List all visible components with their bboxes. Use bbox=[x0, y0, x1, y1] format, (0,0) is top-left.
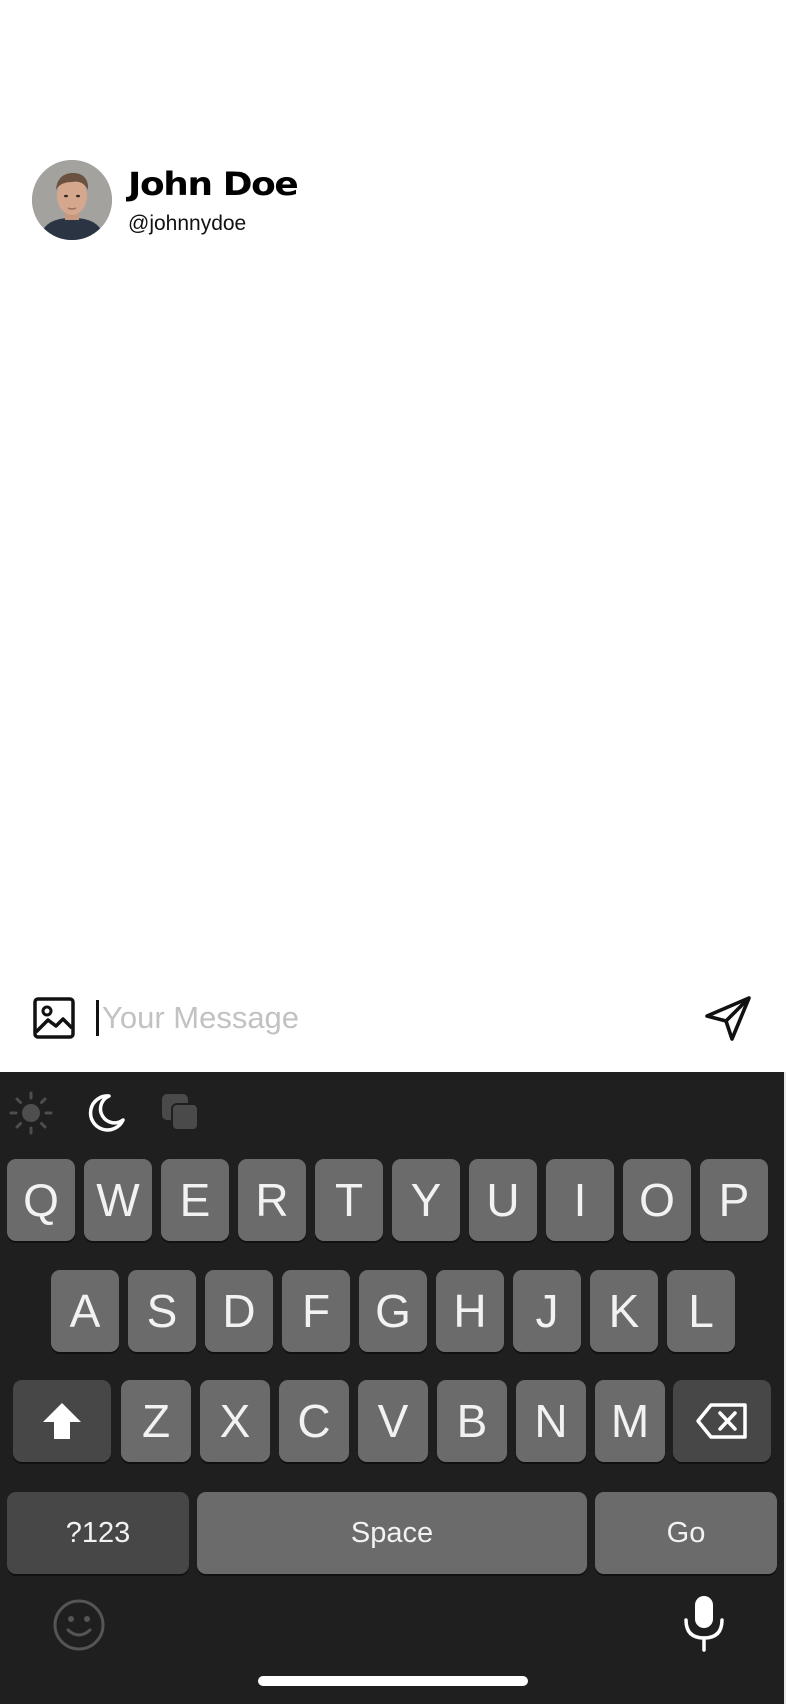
text-cursor bbox=[96, 1000, 99, 1036]
key-h[interactable]: H bbox=[436, 1270, 504, 1352]
sun-icon[interactable] bbox=[8, 1090, 54, 1136]
key-p[interactable]: P bbox=[700, 1159, 768, 1241]
backspace-icon bbox=[696, 1403, 747, 1439]
home-indicator[interactable] bbox=[258, 1676, 528, 1686]
dictation-button[interactable] bbox=[680, 1594, 728, 1654]
key-g[interactable]: G bbox=[359, 1270, 427, 1352]
key-i[interactable]: I bbox=[546, 1159, 614, 1241]
key-j[interactable]: J bbox=[513, 1270, 581, 1352]
key-v[interactable]: V bbox=[358, 1380, 428, 1462]
send-icon bbox=[705, 996, 751, 1041]
avatar[interactable] bbox=[32, 160, 112, 240]
send-button[interactable] bbox=[702, 992, 754, 1044]
message-input[interactable] bbox=[94, 992, 692, 1044]
key-r[interactable]: R bbox=[238, 1159, 306, 1241]
shift-arrow-icon bbox=[43, 1403, 81, 1439]
key-w[interactable]: W bbox=[84, 1159, 152, 1241]
shift-key[interactable] bbox=[13, 1380, 111, 1462]
key-m[interactable]: M bbox=[595, 1380, 665, 1462]
go-key[interactable]: Go bbox=[595, 1492, 777, 1574]
key-x[interactable]: X bbox=[200, 1380, 270, 1462]
stacked-squares-icon[interactable] bbox=[158, 1090, 204, 1136]
key-z[interactable]: Z bbox=[121, 1380, 191, 1462]
key-k[interactable]: K bbox=[590, 1270, 658, 1352]
message-composer bbox=[0, 980, 786, 1072]
contact-name: John Doe bbox=[128, 165, 299, 203]
key-e[interactable]: E bbox=[161, 1159, 229, 1241]
key-d[interactable]: D bbox=[205, 1270, 273, 1352]
key-n[interactable]: N bbox=[516, 1380, 586, 1462]
backspace-key[interactable] bbox=[673, 1380, 771, 1462]
on-screen-keyboard: Q W E R T Y U I O P A S D F G H J K L Z … bbox=[0, 1072, 786, 1704]
key-s[interactable]: S bbox=[128, 1270, 196, 1352]
chat-screen: John Doe @johnnydoe Your Message Q W E R… bbox=[0, 0, 786, 1704]
key-b[interactable]: B bbox=[437, 1380, 507, 1462]
smiley-icon bbox=[53, 1599, 105, 1651]
key-t[interactable]: T bbox=[315, 1159, 383, 1241]
key-q[interactable]: Q bbox=[7, 1159, 75, 1241]
key-c[interactable]: C bbox=[279, 1380, 349, 1462]
image-icon bbox=[33, 997, 75, 1039]
key-l[interactable]: L bbox=[667, 1270, 735, 1352]
emoji-button[interactable] bbox=[52, 1598, 106, 1652]
moon-icon[interactable] bbox=[82, 1090, 128, 1136]
microphone-icon bbox=[684, 1596, 724, 1652]
symbols-key[interactable]: ?123 bbox=[7, 1492, 189, 1574]
key-a[interactable]: A bbox=[51, 1270, 119, 1352]
keyboard-toolbar bbox=[0, 1072, 784, 1158]
attach-image-button[interactable] bbox=[32, 996, 76, 1040]
chat-header: John Doe @johnnydoe bbox=[0, 0, 786, 270]
key-u[interactable]: U bbox=[469, 1159, 537, 1241]
key-o[interactable]: O bbox=[623, 1159, 691, 1241]
avatar-photo bbox=[32, 160, 112, 240]
key-f[interactable]: F bbox=[282, 1270, 350, 1352]
key-y[interactable]: Y bbox=[392, 1159, 460, 1241]
contact-handle: @johnnydoe bbox=[128, 212, 247, 235]
space-key[interactable]: Space bbox=[197, 1492, 587, 1574]
